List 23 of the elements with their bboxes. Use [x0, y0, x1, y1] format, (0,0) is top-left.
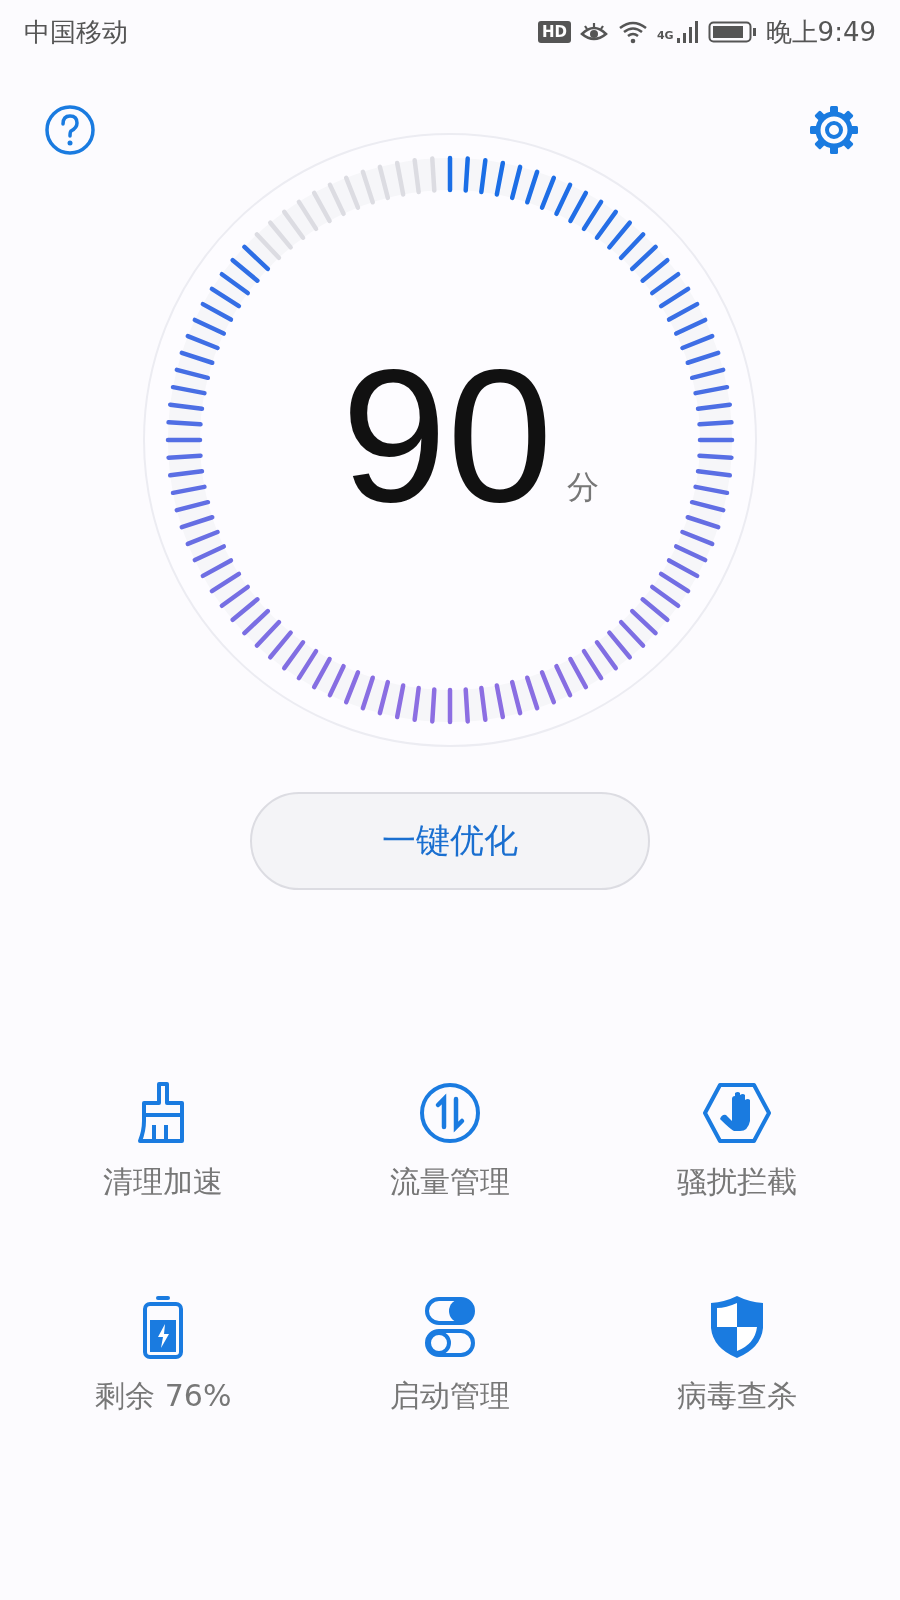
- up-down-arrows-icon[interactable]: [418, 1080, 482, 1146]
- carrier-name: 中国移动: [24, 15, 128, 49]
- tool-label[interactable]: 启动管理: [390, 1376, 510, 1417]
- settings-icon[interactable]: [808, 104, 860, 156]
- tool-label[interactable]: 病毒查杀: [676, 1376, 797, 1417]
- battery-icon: [707, 20, 758, 44]
- signal-icon: [675, 20, 700, 44]
- hd-badge: HD: [537, 21, 571, 43]
- tool-label[interactable]: 剩余 76%: [95, 1376, 232, 1417]
- tool-label[interactable]: 流量管理: [390, 1162, 510, 1203]
- network-type: 4G: [656, 28, 674, 42]
- help-icon[interactable]: [44, 104, 96, 156]
- clock-time: 晚上9:49: [765, 15, 876, 49]
- hand-stop-icon[interactable]: [701, 1080, 772, 1146]
- optimize-button[interactable]: 一键优化: [250, 792, 650, 890]
- shield-icon[interactable]: [708, 1294, 765, 1360]
- score-unit: 分: [566, 467, 599, 508]
- toggles-icon[interactable]: [424, 1294, 476, 1360]
- battery-charging-icon[interactable]: [141, 1294, 186, 1360]
- eye-icon: [578, 21, 609, 43]
- tool-label[interactable]: 清理加速: [103, 1162, 224, 1203]
- tool-label[interactable]: 骚扰拦截: [676, 1162, 797, 1203]
- score-value: 90: [341, 350, 553, 520]
